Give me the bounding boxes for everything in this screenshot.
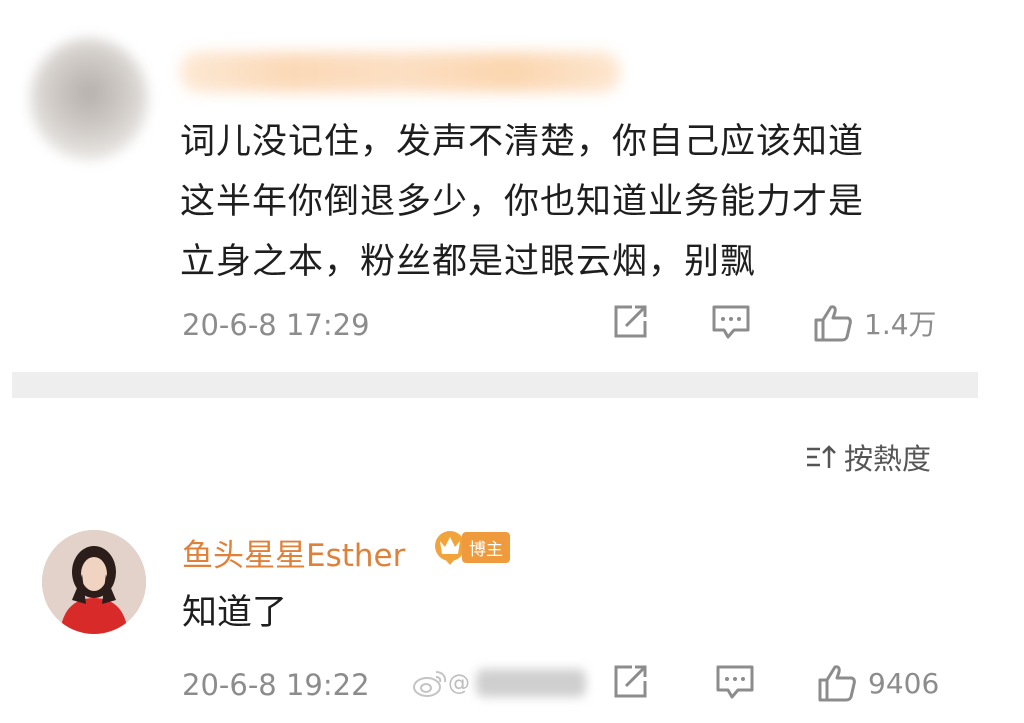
comment-timestamp: 20-6-8 17:29: [182, 308, 370, 342]
reply-like-button[interactable]: 9406: [816, 662, 939, 704]
thumbs-up-icon: [818, 665, 856, 702]
weibo-logo-icon: [413, 671, 447, 697]
author-avatar[interactable]: [42, 530, 146, 634]
avatar-blurred[interactable]: [30, 38, 148, 160]
comment-icon: [716, 665, 754, 699]
reply-like-count: 9406: [868, 666, 940, 700]
comment-meta-row: 20-6-8 17:29 1.4万: [182, 300, 962, 350]
sort-icon: [807, 445, 836, 468]
like-button[interactable]: 1.4万: [812, 302, 937, 344]
section-divider: [12, 372, 978, 398]
sort-by-hot-button[interactable]: 按熱度: [804, 436, 931, 478]
watermark-handle-blurred: [476, 669, 586, 697]
comment-line: 立身之本，粉丝都是过眼云烟，别飘: [180, 242, 757, 282]
comment-thread: 词儿没记住，发声不清楚，你自己应该知道 这半年你倒退多少，你也知道业务能力才是 …: [0, 0, 1024, 723]
blogger-badge: 博主: [432, 528, 510, 566]
reply-timestamp: 20-6-8 19:22: [182, 668, 370, 702]
reply-share-button[interactable]: [610, 662, 650, 702]
share-button[interactable]: [610, 302, 650, 342]
share-icon: [614, 665, 647, 698]
avatar-photo: [42, 530, 146, 634]
comment-text: 词儿没记住，发声不清楚，你自己应该知道 这半年你倒退多少，你也知道业务能力才是 …: [180, 112, 980, 292]
weibo-watermark: @: [412, 668, 586, 698]
author-name[interactable]: 鱼头星星Esther: [182, 530, 405, 575]
comment-icon: [712, 305, 750, 339]
badge-label: 博主: [462, 531, 510, 563]
watermark-prefix: @: [448, 670, 470, 696]
share-icon: [614, 305, 647, 338]
reply-comment-button[interactable]: [714, 662, 756, 702]
reply-text: 知道了: [182, 593, 288, 633]
like-count: 1.4万: [864, 308, 937, 341]
sort-label: 按熱度: [844, 442, 932, 476]
comment-line: 词儿没记住，发声不清楚，你自己应该知道: [180, 122, 865, 162]
comment-line: 这半年你倒退多少，你也知道业务能力才是: [180, 182, 865, 222]
comment-button[interactable]: [710, 302, 752, 342]
username-blurred[interactable]: [180, 52, 620, 92]
thumbs-up-icon: [814, 305, 852, 342]
